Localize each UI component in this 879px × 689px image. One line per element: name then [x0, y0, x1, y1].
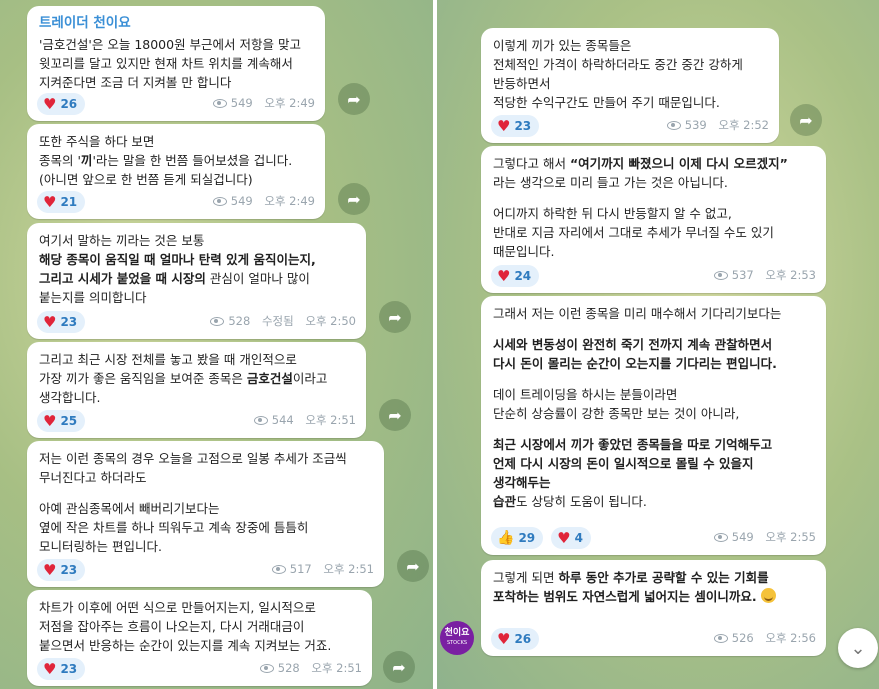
message-meta: 517 오후 2:51 [271, 560, 374, 579]
forward-button[interactable]: ➦ [338, 83, 370, 115]
scroll-down-button[interactable]: ⌄ [838, 628, 878, 668]
message-meta: 549 오후 2:49 [212, 94, 315, 113]
forward-button[interactable]: ➦ [379, 301, 411, 333]
reaction-heart[interactable]: ♥ 26 [491, 628, 540, 650]
forward-button[interactable]: ➦ [338, 183, 370, 215]
message-bubble: 이렇게 끼가 있는 종목들은 전체적인 가격이 하락하더라도 중간 중간 강하게… [481, 28, 779, 143]
forward-arrow-icon: ➦ [392, 657, 406, 677]
forward-arrow-icon: ➦ [347, 189, 361, 209]
heart-icon: ♥ [557, 529, 571, 547]
message-text: 여기서 말하는 끼라는 것은 보통 해당 종목이 움직일 때 얼마나 탄력 있게… [39, 233, 316, 305]
forward-arrow-icon: ➦ [388, 405, 402, 425]
message-text: 그리고 최근 시장 전체를 놓고 봤을 때 개인적으로 가장 끼가 좋은 움직임… [39, 352, 328, 405]
reaction-heart[interactable]: ♥ 24 [491, 265, 540, 287]
message-text: 최근 시장에서 끼가 좋았던 종목들을 따로 기억해두고 언제 다시 시장의 돈… [493, 437, 773, 509]
channel-avatar[interactable]: 천이요 STOCKS [440, 621, 474, 655]
forward-arrow-icon: ➦ [347, 89, 361, 109]
forward-button[interactable]: ➦ [790, 104, 822, 136]
chevron-down-icon: ⌄ [850, 637, 866, 659]
reaction-heart[interactable]: ♥ 25 [37, 410, 86, 432]
heart-icon: ♥ [497, 267, 511, 285]
message-text: 저는 이런 종목의 경우 오늘을 고점으로 일봉 추세가 조금씩 무너진다고 하… [39, 451, 347, 485]
reaction-heart[interactable]: ♥ 23 [37, 311, 86, 333]
message-text: 데이 트레이딩을 하시는 분들이라면 단순히 상승률이 강한 종목만 보는 것이… [493, 387, 740, 421]
eye-icon [271, 565, 286, 574]
message-meta: 526 오후 2:56 [713, 629, 816, 648]
forward-arrow-icon: ➦ [406, 556, 420, 576]
forward-arrow-icon: ➦ [388, 307, 402, 327]
message-text: 또한 주식을 하다 보면 종목의 '끼'라는 말을 한 번쯤 들어보셨을 겁니다… [39, 134, 293, 187]
message-meta: 537 오후 2:53 [713, 266, 816, 285]
message-meta: 528 오후 2:51 [259, 659, 362, 678]
reaction-heart[interactable]: ♥ 23 [491, 115, 540, 137]
heart-icon: ♥ [43, 660, 57, 678]
heart-icon: ♥ [43, 412, 57, 430]
message-meta: 549 오후 2:55 [713, 528, 816, 547]
message-meta: 549 오후 2:49 [212, 192, 315, 211]
eye-icon [212, 197, 227, 206]
heart-icon: ♥ [43, 561, 57, 579]
eye-icon [253, 416, 268, 425]
chat-pane-right: 이렇게 끼가 있는 종목들은 전체적인 가격이 하락하더라도 중간 중간 강하게… [437, 0, 879, 689]
sender-name[interactable]: 트레이더 천이요 [39, 14, 313, 33]
thumbs-up-icon: 👍 [497, 530, 515, 546]
message-bubble: 여기서 말하는 끼라는 것은 보통 해당 종목이 움직일 때 얼마나 탄력 있게… [27, 223, 366, 339]
message-bubble: 그렇게 되면 하루 동안 추가로 공략할 수 있는 기회를 포착하는 범위도 자… [481, 560, 826, 656]
eye-icon [713, 533, 728, 542]
message-meta: 539 오후 2:52 [666, 116, 769, 135]
message-text: 그렇게 되면 하루 동안 추가로 공략할 수 있는 기회를 포착하는 범위도 자… [493, 568, 814, 606]
message-text: 그래서 저는 이런 종목을 미리 매수해서 기다리기보다는 [493, 306, 782, 321]
eye-icon [212, 99, 227, 108]
message-text: 어디까지 하락한 뒤 다시 반등할지 알 수 없고, 반대로 지금 자리에서 그… [493, 206, 774, 259]
message-text: 시세와 변동성이 완전히 죽기 전까지 계속 관찰하면서 다시 돈이 몰리는 순… [493, 337, 777, 371]
message-bubble: 저는 이런 종목의 경우 오늘을 고점으로 일봉 추세가 조금씩 무너진다고 하… [27, 441, 384, 587]
message-bubble: 그래서 저는 이런 종목을 미리 매수해서 기다리기보다는 시세와 변동성이 완… [481, 296, 826, 555]
forward-button[interactable]: ➦ [379, 399, 411, 431]
message-bubble: 트레이더 천이요 '금호건설'은 오늘 18000원 부근에서 저항을 맞고 윗… [27, 6, 325, 121]
eye-icon [259, 664, 274, 673]
reaction-heart[interactable]: ♥ 21 [37, 191, 86, 213]
message-text: 이렇게 끼가 있는 종목들은 전체적인 가격이 하락하더라도 중간 중간 강하게… [493, 38, 743, 110]
forward-button[interactable]: ➦ [383, 651, 415, 683]
heart-icon: ♥ [43, 193, 57, 211]
message-text: 그렇다고 해서 “여기까지 빠졌으니 이제 다시 오르겠지” 라는 생각으로 미… [493, 156, 788, 190]
reaction-heart[interactable]: ♥ 26 [37, 93, 86, 115]
heart-icon: ♥ [43, 313, 57, 331]
grinning-emoji-icon [760, 588, 776, 603]
eye-icon [713, 271, 728, 280]
reaction-heart[interactable]: ♥ 23 [37, 559, 86, 581]
message-bubble: 그렇다고 해서 “여기까지 빠졌으니 이제 다시 오르겠지” 라는 생각으로 미… [481, 146, 826, 293]
message-text: 아예 관심종목에서 빼버리기보다는 옆에 작은 차트를 하나 띄워두고 계속 장… [39, 501, 309, 554]
heart-icon: ♥ [497, 630, 511, 648]
message-meta: 528 수정됨 오후 2:50 [210, 312, 356, 331]
eye-icon [713, 634, 728, 643]
message-text: '금호건설'은 오늘 18000원 부근에서 저항을 맞고 윗꼬리를 달고 있지… [39, 37, 302, 90]
message-bubble: 또한 주식을 하다 보면 종목의 '끼'라는 말을 한 번쯤 들어보셨을 겁니다… [27, 124, 325, 219]
eye-icon [210, 317, 225, 326]
heart-icon: ♥ [43, 95, 57, 113]
forward-button[interactable]: ➦ [397, 550, 429, 582]
forward-arrow-icon: ➦ [799, 110, 813, 130]
chat-pane-left: 트레이더 천이요 '금호건설'은 오늘 18000원 부근에서 저항을 맞고 윗… [0, 0, 433, 689]
message-bubble: 그리고 최근 시장 전체를 놓고 봤을 때 개인적으로 가장 끼가 좋은 움직임… [27, 342, 366, 438]
message-text: 차트가 이후에 어떤 식으로 만들어지는지, 일시적으로 저점을 잡아주는 흐름… [39, 600, 332, 653]
eye-icon [666, 121, 681, 130]
reaction-heart[interactable]: ♥ 23 [37, 658, 86, 680]
reaction-heart[interactable]: ♥ 4 [551, 527, 591, 549]
reaction-thumbs-up[interactable]: 👍 29 [491, 527, 544, 549]
heart-icon: ♥ [497, 117, 511, 135]
message-meta: 544 오후 2:51 [253, 411, 356, 430]
message-bubble: 차트가 이후에 어떤 식으로 만들어지는지, 일시적으로 저점을 잡아주는 흐름… [27, 590, 372, 686]
